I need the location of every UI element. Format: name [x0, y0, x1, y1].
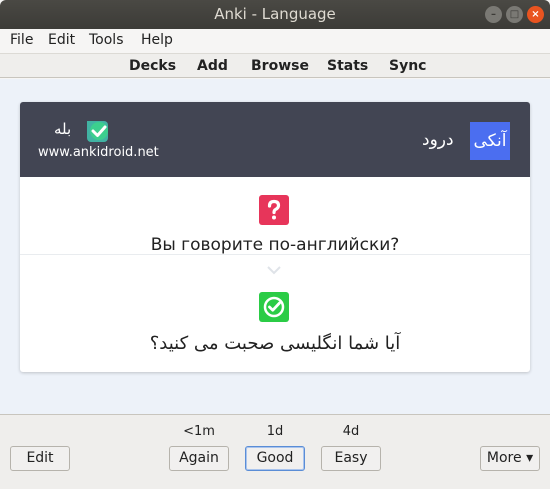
header-url: www.ankidroid.net — [38, 145, 159, 160]
toolbar-browse[interactable]: Browse — [251, 58, 309, 74]
again-button[interactable]: Again — [169, 446, 229, 471]
toolbar-add[interactable]: Add — [197, 58, 228, 74]
window-controls: – □ × — [485, 6, 544, 23]
menu-help[interactable]: Help — [141, 32, 173, 48]
good-button[interactable]: Good — [245, 446, 305, 471]
card-answer: آیا شما انگلیسی صحبت می کنید؟ — [149, 333, 401, 354]
window-titlebar: Anki - Language – □ × — [0, 0, 550, 29]
menu-file[interactable]: File — [10, 32, 33, 48]
maximize-icon[interactable]: □ — [506, 6, 523, 23]
card-question: Вы говорите по-английски? — [150, 235, 400, 255]
ankidroid-logo-icon — [87, 121, 108, 142]
flashcard: بله www.ankidroid.net درود آنکی Вы говор… — [20, 102, 530, 372]
header-yes-text: بله — [54, 120, 72, 138]
window-title: Anki - Language — [214, 5, 336, 23]
easy-interval: 4d — [342, 424, 360, 439]
card-header: بله www.ankidroid.net درود آنکی — [20, 102, 530, 177]
menu-bar: File Edit Tools Help — [0, 29, 550, 53]
again-interval: <1m — [183, 424, 215, 439]
check-icon — [259, 292, 289, 322]
answer-bar: <1m 1d 4d Edit Again Good Easy More ▾ — [0, 414, 550, 489]
easy-button[interactable]: Easy — [321, 446, 381, 471]
minimize-icon[interactable]: – — [485, 6, 502, 23]
close-icon[interactable]: × — [527, 6, 544, 23]
reviewer-area: بله www.ankidroid.net درود آنکی Вы говор… — [0, 79, 550, 414]
toolbar-sync[interactable]: Sync — [389, 58, 426, 74]
menu-tools[interactable]: Tools — [89, 32, 124, 48]
good-interval: 1d — [266, 424, 284, 439]
edit-button[interactable]: Edit — [10, 446, 70, 471]
toolbar-stats[interactable]: Stats — [327, 58, 368, 74]
toolbar-decks[interactable]: Decks — [129, 58, 176, 74]
menu-edit[interactable]: Edit — [48, 32, 75, 48]
more-button[interactable]: More ▾ — [480, 446, 540, 471]
header-hello-text: درود — [422, 130, 454, 150]
header-anki-badge: آنکی — [470, 122, 510, 160]
card-divider — [20, 254, 530, 255]
question-mark-icon — [259, 195, 289, 225]
chevron-down-icon — [267, 266, 281, 275]
main-toolbar: Decks Add Browse Stats Sync — [0, 53, 550, 78]
